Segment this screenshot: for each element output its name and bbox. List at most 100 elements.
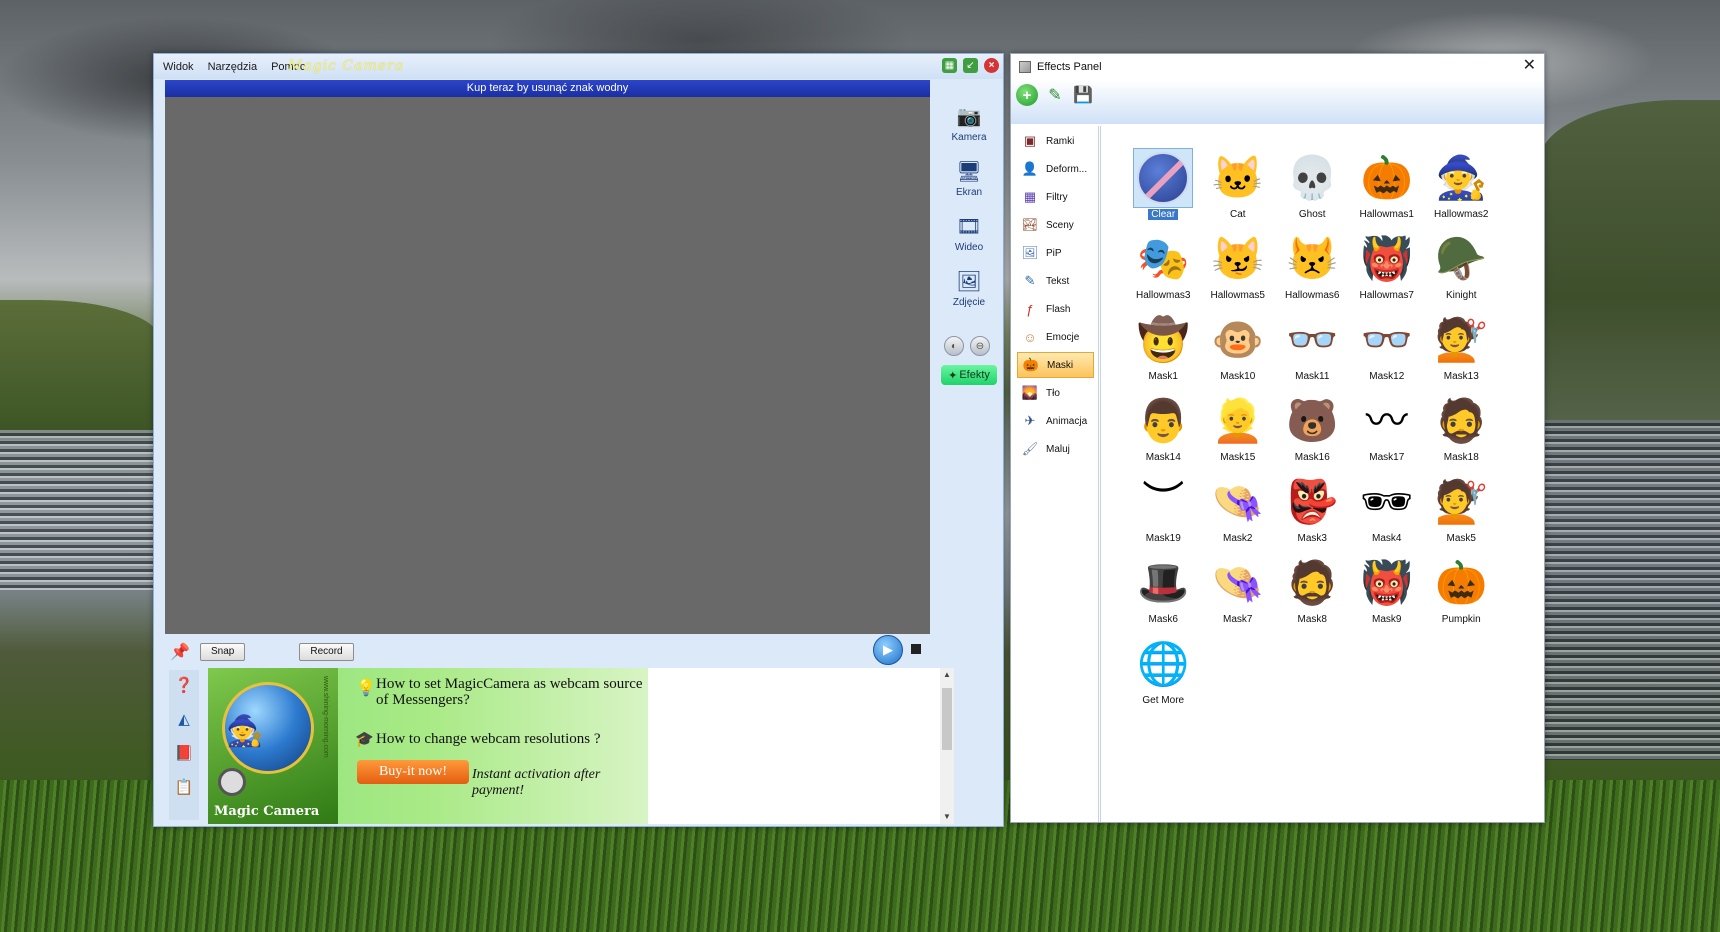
mask-thumbnail-icon: 🎭 (1137, 235, 1190, 282)
effect-label: Mask5 (1446, 533, 1476, 544)
mask-thumbnail-icon: 👒 (1211, 478, 1264, 525)
effect-item[interactable]: 😾 Hallowmas6 (1275, 229, 1350, 310)
flip-vertical-icon[interactable]: ◐ (944, 336, 964, 356)
share-icon[interactable]: ◭ (174, 708, 194, 730)
effect-item[interactable]: 👓 Mask12 (1350, 310, 1425, 391)
screen-icon: 🖥 (956, 160, 982, 183)
effect-item[interactable]: 👹 Mask9 (1350, 553, 1425, 634)
restore-icon[interactable]: ▦ (942, 58, 957, 73)
category-item[interactable]: 🏞 Sceny (1017, 212, 1094, 238)
watermark-banner[interactable]: Kup teraz by usunąć znak wodny (165, 80, 930, 97)
effect-item[interactable]: 👹 Hallowmas7 (1350, 229, 1425, 310)
ad-scrollbar[interactable]: ▲ ▼ (940, 668, 954, 824)
filter-icon: ▦ (1023, 189, 1037, 204)
play-button[interactable]: ▶ (873, 635, 903, 665)
category-item[interactable]: 🎃 Maski (1017, 352, 1094, 378)
effect-label: Hallowmas5 (1210, 290, 1265, 301)
effect-item[interactable]: 😼 Hallowmas5 (1201, 229, 1276, 310)
menu-bar: Widok Narzędzia Pomoc (154, 54, 1003, 79)
effect-item[interactable]: 🎃 Pumpkin (1424, 553, 1499, 634)
scroll-thumb[interactable] (942, 688, 952, 750)
mask-thumbnail-icon: 👹 (1360, 559, 1413, 606)
effect-item[interactable]: ︶ Mask19 (1126, 472, 1201, 553)
effect-item[interactable]: 🐱 Cat (1201, 148, 1276, 229)
category-item[interactable]: ▣ Ramki (1017, 128, 1094, 154)
category-label: Ramki (1046, 135, 1075, 147)
category-item[interactable]: 🖼 PiP (1017, 240, 1094, 266)
instant-activation-text: Instant activation after payment! (472, 767, 601, 798)
zdjecie-button[interactable]: 🖼 Zdjęcie (943, 260, 995, 315)
wideo-button[interactable]: 🎞 Wideo (943, 205, 995, 260)
snap-button[interactable]: Snap (200, 643, 246, 661)
pip-icon: 🖼 (1021, 245, 1039, 260)
effect-label: Mask7 (1223, 614, 1253, 625)
effect-item[interactable]: 💇 Mask13 (1424, 310, 1499, 391)
save-icon[interactable]: 💾 (1072, 84, 1094, 106)
add-icon[interactable]: + (1016, 84, 1038, 106)
effect-item[interactable]: 💀 Ghost (1275, 148, 1350, 229)
ad-banner[interactable]: 🧙 www.shining-morning.com Magic Camera 💡… (208, 668, 648, 824)
category-label: Maluj (1046, 443, 1070, 455)
ad-link-resolutions[interactable]: How to change webcam resolutions ? (376, 731, 601, 748)
effect-item[interactable]: 💇 Mask5 (1424, 472, 1499, 553)
kamera-button[interactable]: 📷 Kamera (943, 95, 995, 150)
category-item[interactable]: ƒ Flash (1017, 296, 1094, 322)
category-item[interactable]: ✎ Tekst (1017, 268, 1094, 294)
effect-item[interactable]: 🐵 Mask10 (1201, 310, 1276, 391)
effect-item[interactable]: 〰 Mask17 (1350, 391, 1425, 472)
effect-item[interactable]: 🌐 Get More (1126, 634, 1201, 715)
effect-item[interactable]: 👱 Mask15 (1201, 391, 1276, 472)
effect-item[interactable]: 🧔 Mask8 (1275, 553, 1350, 634)
effect-item[interactable]: 🎭 Hallowmas3 (1126, 229, 1201, 310)
category-item[interactable]: 🌄 Tło (1017, 380, 1094, 406)
scroll-up-icon[interactable]: ▲ (940, 668, 954, 682)
ekran-button[interactable]: 🖥 Ekran (943, 150, 995, 205)
scroll-down-icon[interactable]: ▼ (940, 810, 954, 824)
category-item[interactable]: 🖌 Maluj (1017, 436, 1094, 462)
category-item[interactable]: ▦ Filtry (1017, 184, 1094, 210)
effect-item[interactable]: 👒 Mask7 (1201, 553, 1276, 634)
stop-button[interactable] (911, 644, 921, 654)
effect-item[interactable]: 👺 Mask3 (1275, 472, 1350, 553)
effect-item[interactable]: 👒 Mask2 (1201, 472, 1276, 553)
effect-item[interactable]: 🎩 Mask6 (1126, 553, 1201, 634)
window-controls: ▦ ↙ × (942, 58, 999, 73)
mask-thumbnail-icon: 👹 (1360, 235, 1413, 282)
effect-item[interactable]: 🕶 Mask4 (1350, 472, 1425, 553)
book-icon[interactable]: 📕 (174, 742, 194, 764)
category-item[interactable]: ☺ Emocje (1017, 324, 1094, 350)
menu-narzedzia[interactable]: Narzędzia (208, 61, 258, 73)
buy-now-button[interactable]: Buy-it now! (357, 760, 469, 784)
effect-item[interactable]: 👨 Mask14 (1126, 391, 1201, 472)
record-button[interactable]: Record (299, 643, 354, 661)
mask-thumbnail-icon: 👓 (1360, 316, 1413, 363)
effect-label: Mask10 (1220, 371, 1256, 382)
notes-icon[interactable]: 📋 (174, 776, 194, 798)
effect-label: Mask15 (1220, 452, 1256, 463)
effect-item[interactable]: 👓 Mask11 (1275, 310, 1350, 391)
efekty-button[interactable]: ✦ Efekty (941, 365, 997, 385)
webcam-lens-icon (218, 768, 246, 796)
pencil-icon[interactable]: ✎ (1044, 84, 1066, 106)
effect-item[interactable]: Clear (1126, 148, 1201, 229)
effect-item[interactable]: 🎃 Hallowmas1 (1350, 148, 1425, 229)
menu-widok[interactable]: Widok (163, 61, 194, 73)
close-icon[interactable]: ✕ (1523, 58, 1536, 74)
pin-icon[interactable]: 📌 (170, 642, 190, 662)
ad-link-messengers[interactable]: How to set MagicCamera as webcam source … (376, 676, 656, 708)
minimize-icon[interactable]: ↙ (963, 58, 978, 73)
effect-item[interactable]: 🪖 Kinight (1424, 229, 1499, 310)
category-item[interactable]: ✈ Animacja (1017, 408, 1094, 434)
close-icon[interactable]: × (984, 58, 999, 73)
effect-item[interactable]: 🧔 Mask18 (1424, 391, 1499, 472)
effects-grid-area: Clear 🐱 Cat 💀 Ghost 🎃 Hallowmas1 🧙 Hallowmas2 🎭 Ha… (1100, 126, 1544, 822)
flip-horizontal-icon[interactable]: ⊖ (970, 336, 990, 356)
background-icon: 🌄 (1021, 385, 1039, 400)
category-item[interactable]: 👤 Deform... (1017, 156, 1094, 182)
help-icon[interactable]: ❓ (174, 674, 194, 696)
effect-item[interactable]: 🧙 Hallowmas2 (1424, 148, 1499, 229)
effect-label: Mask9 (1372, 614, 1402, 625)
mask-thumbnail-icon: 〰 (1365, 397, 1408, 444)
effect-item[interactable]: 🤠 Mask1 (1126, 310, 1201, 391)
effect-item[interactable]: 🐻 Mask16 (1275, 391, 1350, 472)
